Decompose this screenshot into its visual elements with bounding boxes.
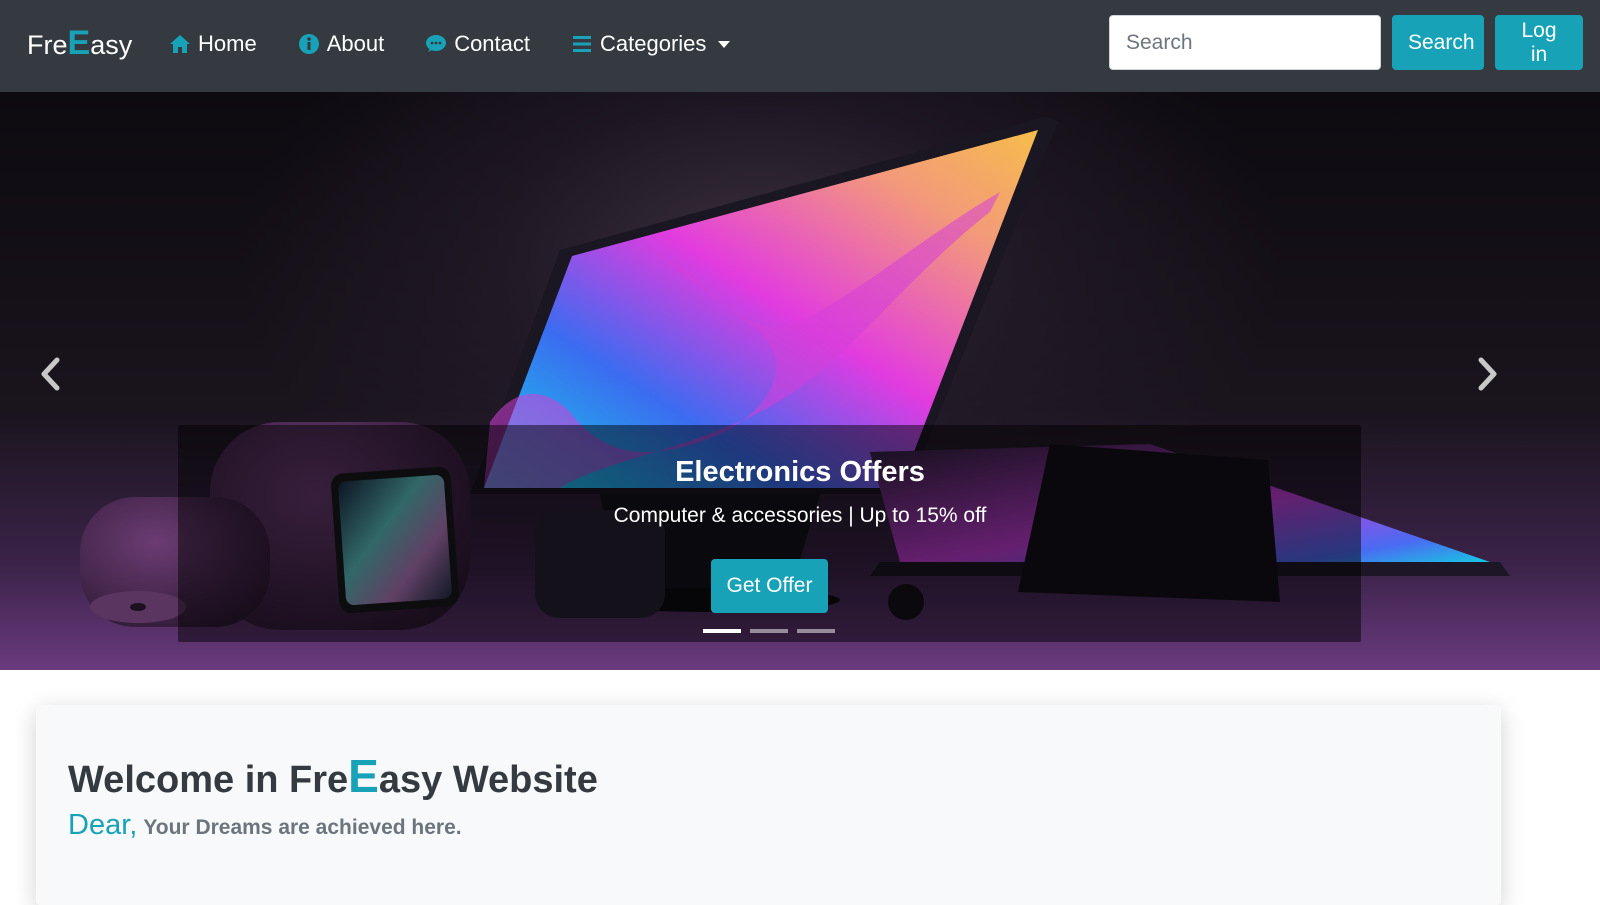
nav-item-home[interactable]: Home bbox=[168, 28, 257, 60]
brand-highlight: E bbox=[67, 24, 91, 62]
chevron-left-icon bbox=[41, 357, 60, 391]
nav-item-contact[interactable]: Contact bbox=[424, 28, 530, 60]
nav-item-label: About bbox=[326, 31, 385, 56]
welcome-greeting: Dear, bbox=[68, 809, 138, 841]
brand-suffix: asy bbox=[90, 30, 133, 60]
chevron-right-icon bbox=[1478, 357, 1497, 391]
welcome-title-highlight: E bbox=[348, 750, 379, 802]
carousel-indicator-1[interactable] bbox=[703, 629, 741, 633]
info-circle-icon bbox=[297, 32, 321, 56]
caret-down-icon bbox=[718, 40, 731, 48]
bars-icon bbox=[570, 32, 594, 56]
welcome-jumbotron: Welcome in Fre E asy Website Dear, Your … bbox=[36, 705, 1501, 905]
nav-item-label: Contact bbox=[454, 31, 531, 56]
carousel-prev-button[interactable] bbox=[30, 344, 70, 404]
brand-prefix: Fre bbox=[27, 30, 68, 60]
nav-item-about[interactable]: About bbox=[297, 28, 385, 60]
carousel-indicator-3[interactable] bbox=[797, 629, 835, 633]
welcome-subtitle: Dear, Your Dreams are achieved here. bbox=[68, 809, 462, 842]
carousel-caption-subtitle: Computer & accessories | Up to 15% off bbox=[613, 504, 987, 527]
nav-links: Home About Contact Categories bbox=[168, 28, 770, 60]
home-icon bbox=[168, 32, 192, 56]
search-input[interactable] bbox=[1109, 15, 1381, 70]
carousel-indicators bbox=[703, 629, 844, 633]
nav-item-categories-dropdown[interactable]: Categories bbox=[570, 28, 731, 60]
navbar: Fre E asy Home About Contact Categories … bbox=[0, 0, 1600, 92]
hero-carousel: Electronics Offers Computer & accessorie… bbox=[0, 92, 1600, 670]
nav-item-label: Categories bbox=[600, 31, 707, 56]
comment-icon bbox=[424, 32, 448, 56]
brand-logo[interactable]: Fre E asy bbox=[27, 24, 132, 68]
carousel-indicator-2[interactable] bbox=[750, 629, 788, 633]
get-offer-button[interactable]: Get Offer bbox=[711, 559, 828, 613]
search-button[interactable]: Search bbox=[1392, 15, 1484, 70]
login-button[interactable]: Log in bbox=[1495, 15, 1583, 70]
welcome-title: Welcome in Fre E asy Website bbox=[68, 749, 598, 803]
welcome-title-prefix: Welcome in Fre bbox=[68, 759, 349, 801]
carousel-caption-title: Electronics Offers bbox=[675, 456, 925, 488]
carousel-next-button[interactable] bbox=[1468, 344, 1508, 404]
nav-item-label: Home bbox=[198, 31, 257, 56]
welcome-title-suffix: asy Website bbox=[378, 759, 598, 801]
welcome-tagline: Your Dreams are achieved here. bbox=[143, 816, 462, 839]
